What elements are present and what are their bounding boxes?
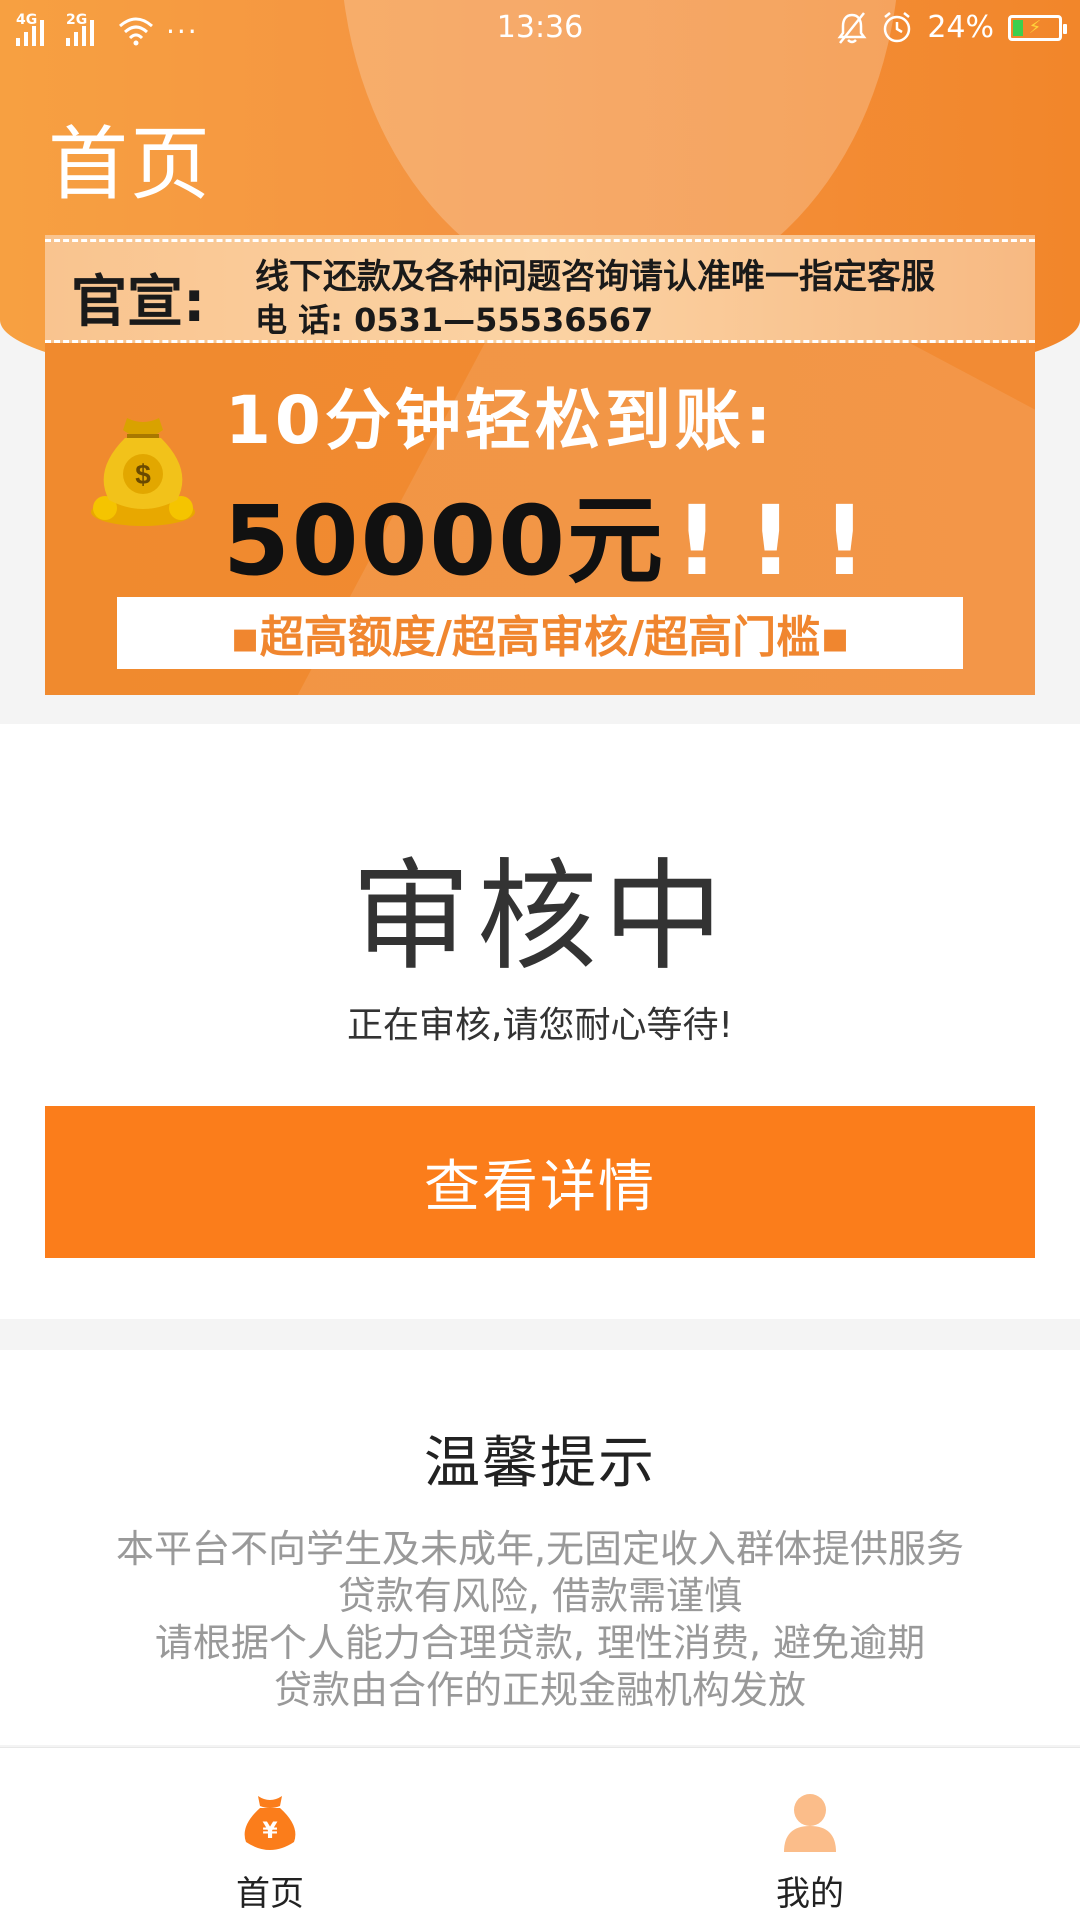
promo-amount-line: 50000元!!!	[223, 463, 896, 602]
app-screen: 4G 2G ··· 13:36 24% ⚡ 首页 官宣: 线下还款及各种问题咨询…	[0, 0, 1080, 1920]
promo-exclaim: !!!	[674, 485, 897, 597]
nav-item-mine[interactable]: 我的	[710, 1748, 910, 1920]
review-status-description: 正在审核,请您耐心等待!	[347, 1005, 733, 1046]
tips-card: 温馨提示 本平台不向学生及未成年,无固定收入群体提供服务 贷款有风险, 借款需谨…	[0, 1350, 1080, 1745]
notice-phone: 电 话: 0531—55536567	[255, 301, 654, 339]
nav-label-mine: 我的	[776, 1874, 844, 1914]
promo-features: ▪超高额度/超高审核/超高门槛▪	[117, 597, 963, 669]
mute-bell-icon	[837, 11, 867, 44]
banner-notice-strip: 官宣: 线下还款及各种问题咨询请认准唯一指定客服 电 话: 0531—55536…	[45, 235, 1035, 343]
money-bag-icon: ¥	[244, 1796, 296, 1850]
tips-line: 贷款由合作的正规金融机构发放	[273, 1668, 806, 1712]
nav-item-home[interactable]: ¥ 首页	[170, 1748, 370, 1920]
tips-line: 本平台不向学生及未成年,无固定收入群体提供服务	[115, 1527, 965, 1571]
status-bar: 4G 2G ··· 13:36 24% ⚡	[0, 0, 1080, 56]
review-status-card: 审核中 正在审核,请您耐心等待! 查看详情	[0, 724, 1080, 1319]
view-details-button[interactable]: 查看详情	[45, 1106, 1035, 1258]
promo-banner[interactable]: 官宣: 线下还款及各种问题咨询请认准唯一指定客服 电 话: 0531—55536…	[45, 235, 1035, 695]
promo-headline: 10分钟轻松到账:	[225, 382, 776, 459]
svg-text:$: $	[135, 459, 151, 490]
user-icon	[784, 1794, 836, 1852]
nav-label-home: 首页	[236, 1874, 304, 1914]
money-bag-icon: $	[91, 418, 195, 526]
promo-features-text: ▪超高额度/超高审核/超高门槛▪	[230, 612, 850, 663]
svg-text:¥: ¥	[262, 1819, 278, 1844]
official-announcement-label: 官宣:	[71, 270, 206, 335]
tips-title: 温馨提示	[424, 1431, 656, 1496]
battery-percentage: 24%	[927, 10, 994, 45]
notice-text: 线下还款及各种问题咨询请认准唯一指定客服	[255, 257, 935, 297]
tips-line: 请根据个人能力合理贷款, 理性消费, 避免逾期	[154, 1621, 926, 1665]
tips-line: 贷款有风险, 借款需谨慎	[337, 1574, 743, 1618]
battery-icon: ⚡	[1008, 14, 1067, 41]
alarm-icon	[884, 11, 911, 42]
page-title: 首页	[48, 118, 212, 211]
view-details-label: 查看详情	[424, 1154, 656, 1218]
review-status-title: 审核中	[351, 848, 729, 987]
tips-list: 本平台不向学生及未成年,无固定收入群体提供服务 贷款有风险, 借款需谨慎 请根据…	[0, 1526, 1080, 1714]
bottom-nav: ¥ 首页 我的	[0, 1747, 1080, 1920]
promo-amount: 50000元	[223, 485, 665, 597]
